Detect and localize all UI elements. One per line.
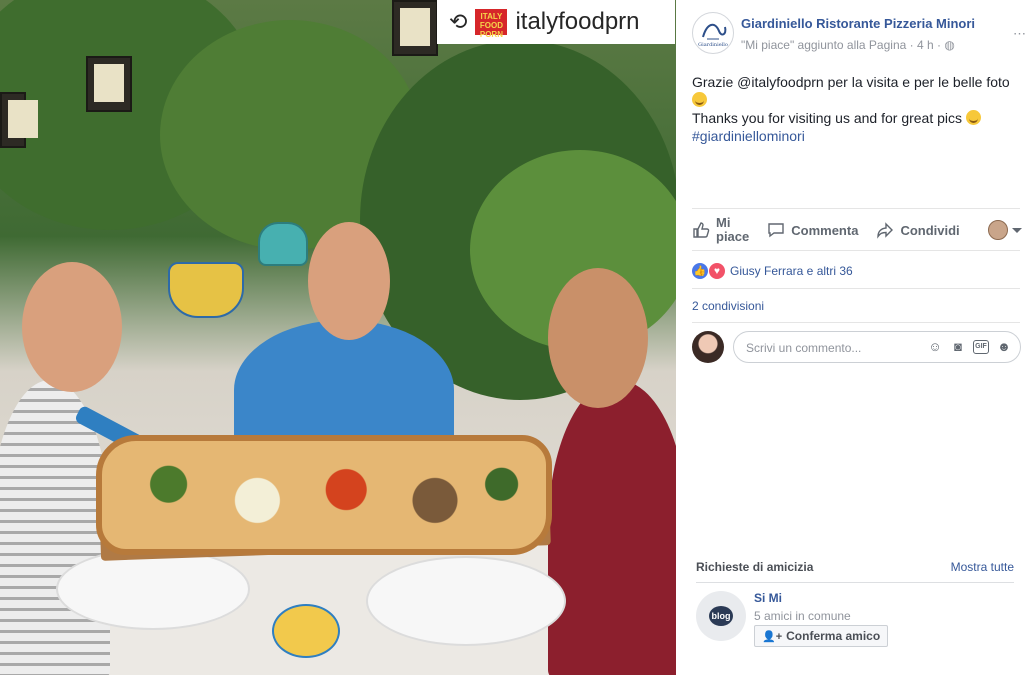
share-icon xyxy=(877,222,894,239)
friend-requests-box: Richieste di amicizia Mostra tutte blog … xyxy=(696,560,1014,647)
svg-text:Giardiniello: Giardiniello xyxy=(698,42,728,48)
shares-link[interactable]: 2 condivisioni xyxy=(692,299,764,313)
flower-pot xyxy=(168,262,244,318)
like-button[interactable]: Mi piace xyxy=(692,216,749,244)
post-text-line xyxy=(692,91,1022,109)
globe-icon: ◍ xyxy=(944,38,955,52)
post-meta: "Mi piace" aggiunto alla Pagina · 4 h · … xyxy=(741,38,955,52)
blog-logo: blog xyxy=(709,606,733,626)
react-as-selector[interactable] xyxy=(988,220,1022,240)
page-name-link[interactable]: Giardiniello Ristorante Pizzeria Minori xyxy=(741,16,975,31)
comment-input[interactable]: Scrivi un commento... ☺ ◙ GIF ☻ xyxy=(733,331,1021,363)
smile-emoji-icon xyxy=(965,110,981,125)
caret-down-icon xyxy=(1012,227,1022,233)
share-label: Condividi xyxy=(900,222,960,238)
repost-banner: ⟲ ITALY FOOD PORN italyfoodprn xyxy=(437,0,675,44)
gif-icon[interactable]: GIF xyxy=(973,340,989,354)
pizza xyxy=(96,435,552,555)
comment-button[interactable]: Commenta xyxy=(767,221,858,239)
friend-avatar[interactable]: blog xyxy=(696,591,746,641)
reactions-text: Giusy Ferrara e altri 36 xyxy=(730,264,853,278)
share-button[interactable]: Condividi xyxy=(876,221,960,239)
friend-request-item: blog Si Mi 5 amici in comune 👤+ Conferma… xyxy=(696,589,1014,647)
hashtag-link[interactable]: #giardiniellominori xyxy=(692,127,1022,145)
comment-tools: ☺ ◙ GIF ☻ xyxy=(927,339,1012,355)
confirm-friend-button[interactable]: 👤+ Conferma amico xyxy=(754,625,889,647)
add-friend-icon: 👤+ xyxy=(762,630,783,643)
comment-placeholder: Scrivi un commento... xyxy=(746,341,862,355)
post-options-icon[interactable]: ⋯ xyxy=(1013,26,1026,42)
lantern xyxy=(86,56,132,112)
reactions-summary[interactable]: 👍 ♥ Giusy Ferrara e altri 36 xyxy=(692,262,853,280)
flower-pot xyxy=(258,222,308,266)
repost-icon: ⟲ xyxy=(449,9,468,35)
person-middle-head xyxy=(308,222,390,340)
mutual-friends[interactable]: 5 amici in comune xyxy=(754,609,851,623)
comment-icon xyxy=(768,223,784,238)
page-avatar[interactable]: Giardiniello xyxy=(692,12,734,54)
camera-icon[interactable]: ◙ xyxy=(950,339,966,355)
ashtray xyxy=(272,604,340,658)
plate xyxy=(56,548,250,630)
lantern xyxy=(0,92,38,148)
person-right-head xyxy=(548,268,648,408)
italyfoodporn-logo: ITALY FOOD PORN xyxy=(475,9,508,39)
friend-requests-header: Richieste di amicizia Mostra tutte xyxy=(696,560,1014,583)
plate xyxy=(366,556,566,646)
comment-composer: Scrivi un commento... ☺ ◙ GIF ☻ xyxy=(692,330,1022,364)
person-right xyxy=(548,380,676,675)
love-reaction-icon: ♥ xyxy=(708,262,726,280)
like-reaction-icon: 👍 xyxy=(692,263,708,279)
smile-emoji-icon xyxy=(692,92,707,107)
user-avatar xyxy=(692,331,724,363)
person-left-head xyxy=(22,262,122,392)
emoji-icon[interactable]: ☺ xyxy=(927,339,943,355)
divider xyxy=(692,322,1020,323)
user-avatar xyxy=(988,220,1008,240)
post-side-panel: Giardiniello Giardiniello Ristorante Piz… xyxy=(676,0,1036,675)
lantern xyxy=(392,0,438,56)
divider xyxy=(692,288,1020,289)
post-meta-text: "Mi piace" aggiunto alla Pagina · 4 h · xyxy=(741,38,941,52)
thumbs-up-icon xyxy=(693,222,710,238)
confirm-friend-label: Conferma amico xyxy=(786,629,881,643)
like-label: Mi piace xyxy=(716,215,750,244)
giardiniello-logo-icon: Giardiniello xyxy=(698,23,728,48)
divider xyxy=(692,208,1020,209)
friend-name-link[interactable]: Si Mi xyxy=(754,591,782,605)
sticker-icon[interactable]: ☻ xyxy=(996,339,1012,355)
see-all-link[interactable]: Mostra tutte xyxy=(951,560,1014,574)
post-text-line: Thanks you for visiting us and for great… xyxy=(692,109,1022,127)
post-header: Giardiniello Giardiniello Ristorante Piz… xyxy=(692,12,1026,56)
post-text-line: Grazie @italyfoodprn per la visita e per… xyxy=(692,74,1010,90)
instagram-handle: italyfoodprn xyxy=(515,8,640,35)
friend-requests-title: Richieste di amicizia xyxy=(696,560,814,574)
comment-label: Commenta xyxy=(791,222,859,238)
divider xyxy=(692,250,1020,251)
post-text: Grazie @italyfoodprn per la visita e per… xyxy=(692,73,1022,145)
post-photo[interactable]: ⟲ ITALY FOOD PORN italyfoodprn xyxy=(0,0,676,675)
post-actions-bar: Mi piace Commenta Condividi xyxy=(692,212,1022,248)
